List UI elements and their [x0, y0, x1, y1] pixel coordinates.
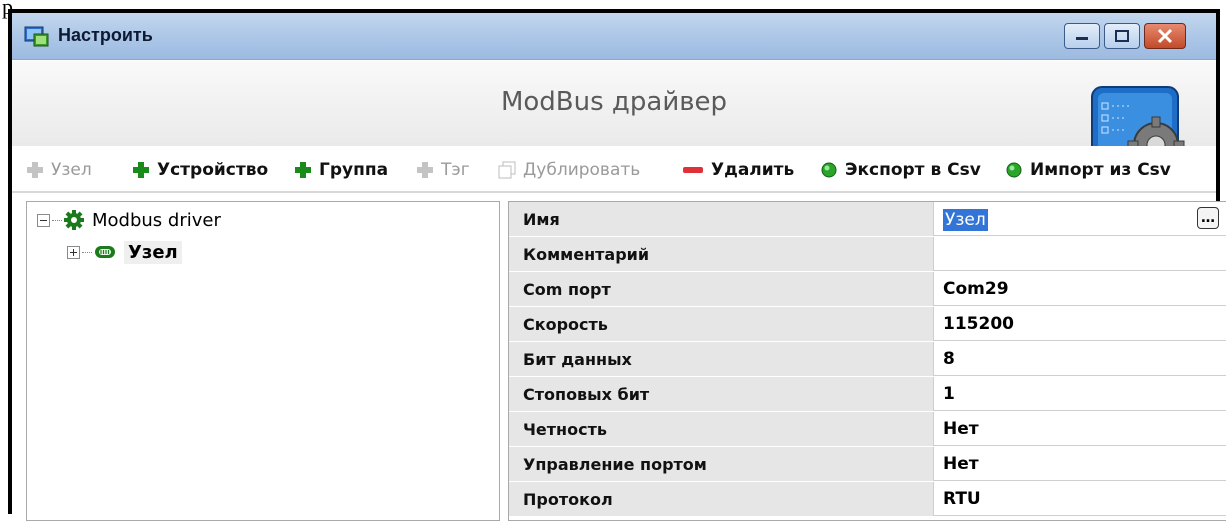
property-value[interactable]: 1 — [943, 377, 955, 411]
property-value[interactable]: Com29 — [943, 272, 1009, 306]
close-button[interactable] — [1144, 23, 1186, 49]
add-device-button[interactable]: Устройство — [132, 158, 268, 182]
property-value[interactable]: 8 — [943, 342, 955, 376]
property-row-port-control[interactable]: Управление портом Нет — [509, 447, 1226, 481]
maximize-icon — [1115, 30, 1129, 42]
property-label: Протокол — [509, 482, 934, 516]
duplicate-label: Дублировать — [523, 160, 641, 180]
tree-root-item[interactable]: Modbus driver — [37, 207, 221, 233]
property-row-parity[interactable]: Четность Нет — [509, 412, 1226, 446]
property-row-comment[interactable]: Комментарий — [509, 237, 1226, 271]
delete-label: Удалить — [711, 160, 795, 180]
delete-button[interactable]: Удалить — [682, 158, 794, 182]
property-row-name[interactable]: Имя Узел … — [509, 202, 1226, 236]
minimize-button[interactable] — [1064, 23, 1100, 49]
plus-icon — [417, 162, 433, 178]
plus-icon — [295, 162, 311, 178]
property-value[interactable]: 115200 — [943, 307, 1014, 341]
import-csv-button[interactable]: Импорт из Csv — [1005, 158, 1171, 182]
property-label: Скорость — [509, 307, 934, 341]
property-label: Com порт — [509, 272, 934, 306]
title-bar[interactable]: Настроить — [12, 13, 1216, 60]
property-value[interactable]: Нет — [943, 447, 979, 481]
duplicate-icon — [498, 161, 516, 179]
port-icon — [95, 246, 115, 258]
gear-icon — [64, 210, 84, 230]
collapse-toggle-icon[interactable] — [37, 213, 50, 227]
property-row-com-port[interactable]: Com порт Com29 — [509, 272, 1226, 306]
minimize-icon — [1076, 37, 1088, 40]
ellipsis-icon: … — [1201, 210, 1215, 226]
property-grid: Имя Узел … Комментарий Com порт Com29 Ск… — [508, 201, 1226, 521]
tree-node-label: Узел — [124, 240, 182, 264]
property-value-input[interactable]: Узел — [943, 209, 988, 231]
property-label: Управление портом — [509, 447, 934, 481]
green-dot-icon — [1006, 162, 1022, 178]
property-row-data-bits[interactable]: Бит данных 8 — [509, 342, 1226, 376]
add-device-label: Устройство — [157, 160, 269, 180]
export-csv-label: Экспорт в Csv — [845, 160, 981, 180]
ellipsis-button[interactable]: … — [1197, 207, 1219, 229]
add-tag-label: Тэг — [441, 160, 470, 180]
expand-toggle-icon[interactable] — [67, 245, 80, 259]
add-node-label: Узел — [51, 160, 92, 180]
close-icon — [1157, 28, 1173, 44]
property-label: Четность — [509, 412, 934, 446]
green-dot-icon — [821, 162, 837, 178]
property-label: Имя — [509, 202, 934, 236]
driver-tree[interactable]: Modbus driver Узел — [26, 201, 500, 521]
minus-icon — [683, 167, 703, 173]
property-label: Стоповых бит — [509, 377, 934, 411]
maximize-button[interactable] — [1104, 23, 1140, 49]
add-group-label: Группа — [319, 160, 389, 180]
export-csv-button[interactable]: Экспорт в Csv — [820, 158, 981, 182]
add-tag-button[interactable]: Тэг — [416, 158, 470, 182]
tree-node-item[interactable]: Узел — [67, 239, 182, 265]
import-csv-label: Импорт из Csv — [1030, 160, 1171, 180]
header-band: ModBus драйвер — [12, 61, 1216, 146]
property-label: Бит данных — [509, 342, 934, 376]
property-row-protocol[interactable]: Протокол RTU — [509, 482, 1226, 516]
property-value[interactable]: Нет — [943, 412, 979, 446]
tree-connector — [82, 251, 92, 253]
property-value[interactable]: RTU — [943, 482, 981, 516]
header-title: ModBus драйвер — [500, 87, 728, 117]
tree-root-label: Modbus driver — [92, 209, 221, 231]
property-row-stop-bits[interactable]: Стоповых бит 1 — [509, 377, 1226, 411]
add-group-button[interactable]: Группа — [294, 158, 388, 182]
window-title: Настроить — [58, 25, 153, 45]
toolbar: Узел Устройство Группа Тэг Дублировать У… — [12, 146, 1216, 193]
plus-icon — [133, 162, 149, 178]
app-window-icon — [24, 26, 49, 47]
configure-window: Настроить ModBus драйвер Узел Устройство… — [8, 9, 1226, 521]
property-label: Комментарий — [509, 237, 934, 271]
add-node-button[interactable]: Узел — [26, 158, 92, 182]
tree-connector — [52, 219, 62, 221]
plus-icon — [27, 162, 43, 178]
property-row-baud-rate[interactable]: Скорость 115200 — [509, 307, 1226, 341]
duplicate-button[interactable]: Дублировать — [498, 158, 640, 182]
